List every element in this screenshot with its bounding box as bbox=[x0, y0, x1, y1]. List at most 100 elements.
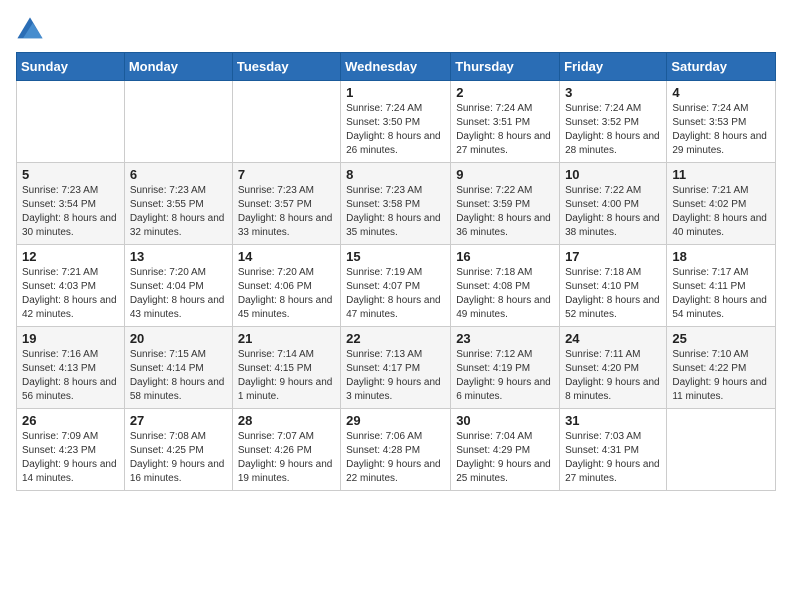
day-cell: 7 Sunrise: 7:23 AM Sunset: 3:57 PM Daylig… bbox=[232, 163, 340, 245]
day-cell: 2 Sunrise: 7:24 AM Sunset: 3:51 PM Daylig… bbox=[451, 81, 560, 163]
day-cell: 10 Sunrise: 7:22 AM Sunset: 4:00 PM Dayli… bbox=[560, 163, 667, 245]
day-info: Sunrise: 7:16 AM Sunset: 4:13 PM Dayligh… bbox=[22, 348, 119, 404]
weekday-header-wednesday: Wednesday bbox=[341, 53, 451, 81]
calendar-table: SundayMondayTuesdayWednesdayThursdayFrid… bbox=[16, 52, 776, 491]
day-info: Sunrise: 7:13 AM Sunset: 4:17 PM Dayligh… bbox=[346, 348, 445, 404]
day-info: Sunrise: 7:14 AM Sunset: 4:15 PM Dayligh… bbox=[238, 348, 335, 404]
day-info: Sunrise: 7:24 AM Sunset: 3:53 PM Dayligh… bbox=[672, 102, 770, 158]
day-info: Sunrise: 7:24 AM Sunset: 3:52 PM Dayligh… bbox=[565, 102, 661, 158]
day-info: Sunrise: 7:08 AM Sunset: 4:25 PM Dayligh… bbox=[130, 430, 227, 486]
day-number: 24 bbox=[565, 331, 661, 346]
day-cell: 28 Sunrise: 7:07 AM Sunset: 4:26 PM Dayli… bbox=[232, 409, 340, 491]
day-cell: 13 Sunrise: 7:20 AM Sunset: 4:04 PM Dayli… bbox=[124, 245, 232, 327]
day-cell: 30 Sunrise: 7:04 AM Sunset: 4:29 PM Dayli… bbox=[451, 409, 560, 491]
day-number: 17 bbox=[565, 249, 661, 264]
day-number: 2 bbox=[456, 85, 554, 100]
weekday-header-friday: Friday bbox=[560, 53, 667, 81]
day-cell: 24 Sunrise: 7:11 AM Sunset: 4:20 PM Dayli… bbox=[560, 327, 667, 409]
day-cell: 11Sunrise: 7:21 AM Sunset: 4:02 PM Dayli… bbox=[667, 163, 776, 245]
day-cell: 19 Sunrise: 7:16 AM Sunset: 4:13 PM Dayli… bbox=[17, 327, 125, 409]
day-cell: 25 Sunrise: 7:10 AM Sunset: 4:22 PM Dayli… bbox=[667, 327, 776, 409]
day-cell: 12Sunrise: 7:21 AM Sunset: 4:03 PM Dayli… bbox=[17, 245, 125, 327]
day-number: 3 bbox=[565, 85, 661, 100]
day-number: 19 bbox=[22, 331, 119, 346]
weekday-header-sunday: Sunday bbox=[17, 53, 125, 81]
logo bbox=[16, 16, 48, 44]
day-number: 8 bbox=[346, 167, 445, 182]
day-info: Sunrise: 7:22 AM Sunset: 4:00 PM Dayligh… bbox=[565, 184, 661, 240]
day-info: Sunrise: 7:09 AM Sunset: 4:23 PM Dayligh… bbox=[22, 430, 119, 486]
day-info: Sunrise: 7:10 AM Sunset: 4:22 PM Dayligh… bbox=[672, 348, 770, 404]
day-cell: 6 Sunrise: 7:23 AM Sunset: 3:55 PM Daylig… bbox=[124, 163, 232, 245]
day-number: 1 bbox=[346, 85, 445, 100]
day-info: Sunrise: 7:24 AM Sunset: 3:50 PM Dayligh… bbox=[346, 102, 445, 158]
day-info: Sunrise: 7:23 AM Sunset: 3:57 PM Dayligh… bbox=[238, 184, 335, 240]
day-cell: 23Sunrise: 7:12 AM Sunset: 4:19 PM Dayli… bbox=[451, 327, 560, 409]
day-cell: 14Sunrise: 7:20 AM Sunset: 4:06 PM Dayli… bbox=[232, 245, 340, 327]
day-cell: 9 Sunrise: 7:22 AM Sunset: 3:59 PM Daylig… bbox=[451, 163, 560, 245]
day-number: 28 bbox=[238, 413, 335, 428]
day-info: Sunrise: 7:23 AM Sunset: 3:58 PM Dayligh… bbox=[346, 184, 445, 240]
day-info: Sunrise: 7:22 AM Sunset: 3:59 PM Dayligh… bbox=[456, 184, 554, 240]
day-number: 10 bbox=[565, 167, 661, 182]
day-number: 6 bbox=[130, 167, 227, 182]
day-number: 25 bbox=[672, 331, 770, 346]
day-cell: 31Sunrise: 7:03 AM Sunset: 4:31 PM Dayli… bbox=[560, 409, 667, 491]
day-number: 22 bbox=[346, 331, 445, 346]
day-cell: 29Sunrise: 7:06 AM Sunset: 4:28 PM Dayli… bbox=[341, 409, 451, 491]
day-info: Sunrise: 7:23 AM Sunset: 3:54 PM Dayligh… bbox=[22, 184, 119, 240]
day-info: Sunrise: 7:20 AM Sunset: 4:06 PM Dayligh… bbox=[238, 266, 335, 322]
week-row-4: 26 Sunrise: 7:09 AM Sunset: 4:23 PM Dayli… bbox=[17, 409, 776, 491]
day-cell: 27 Sunrise: 7:08 AM Sunset: 4:25 PM Dayli… bbox=[124, 409, 232, 491]
day-number: 18 bbox=[672, 249, 770, 264]
day-number: 30 bbox=[456, 413, 554, 428]
day-cell: 18 Sunrise: 7:17 AM Sunset: 4:11 PM Dayli… bbox=[667, 245, 776, 327]
day-number: 26 bbox=[22, 413, 119, 428]
day-number: 4 bbox=[672, 85, 770, 100]
week-row-1: 5 Sunrise: 7:23 AM Sunset: 3:54 PM Daylig… bbox=[17, 163, 776, 245]
day-cell bbox=[667, 409, 776, 491]
day-number: 27 bbox=[130, 413, 227, 428]
page-header bbox=[16, 16, 776, 44]
day-info: Sunrise: 7:24 AM Sunset: 3:51 PM Dayligh… bbox=[456, 102, 554, 158]
day-info: Sunrise: 7:04 AM Sunset: 4:29 PM Dayligh… bbox=[456, 430, 554, 486]
weekday-header-thursday: Thursday bbox=[451, 53, 560, 81]
day-cell: 15 Sunrise: 7:19 AM Sunset: 4:07 PM Dayli… bbox=[341, 245, 451, 327]
day-number: 7 bbox=[238, 167, 335, 182]
week-row-2: 12Sunrise: 7:21 AM Sunset: 4:03 PM Dayli… bbox=[17, 245, 776, 327]
day-cell: 17Sunrise: 7:18 AM Sunset: 4:10 PM Dayli… bbox=[560, 245, 667, 327]
week-row-0: 1 Sunrise: 7:24 AM Sunset: 3:50 PM Daylig… bbox=[17, 81, 776, 163]
day-number: 15 bbox=[346, 249, 445, 264]
day-cell: 5 Sunrise: 7:23 AM Sunset: 3:54 PM Daylig… bbox=[17, 163, 125, 245]
day-info: Sunrise: 7:17 AM Sunset: 4:11 PM Dayligh… bbox=[672, 266, 770, 322]
day-info: Sunrise: 7:23 AM Sunset: 3:55 PM Dayligh… bbox=[130, 184, 227, 240]
day-info: Sunrise: 7:11 AM Sunset: 4:20 PM Dayligh… bbox=[565, 348, 661, 404]
day-info: Sunrise: 7:20 AM Sunset: 4:04 PM Dayligh… bbox=[130, 266, 227, 322]
day-number: 9 bbox=[456, 167, 554, 182]
day-cell: 16Sunrise: 7:18 AM Sunset: 4:08 PM Dayli… bbox=[451, 245, 560, 327]
day-cell: 22 Sunrise: 7:13 AM Sunset: 4:17 PM Dayli… bbox=[341, 327, 451, 409]
day-number: 20 bbox=[130, 331, 227, 346]
day-number: 13 bbox=[130, 249, 227, 264]
day-info: Sunrise: 7:21 AM Sunset: 4:03 PM Dayligh… bbox=[22, 266, 119, 322]
logo-icon bbox=[16, 16, 44, 44]
day-number: 21 bbox=[238, 331, 335, 346]
day-number: 5 bbox=[22, 167, 119, 182]
day-cell: 26 Sunrise: 7:09 AM Sunset: 4:23 PM Dayli… bbox=[17, 409, 125, 491]
day-cell bbox=[17, 81, 125, 163]
day-cell: 21 Sunrise: 7:14 AM Sunset: 4:15 PM Dayli… bbox=[232, 327, 340, 409]
weekday-header-monday: Monday bbox=[124, 53, 232, 81]
weekday-header-saturday: Saturday bbox=[667, 53, 776, 81]
day-cell: 1 Sunrise: 7:24 AM Sunset: 3:50 PM Daylig… bbox=[341, 81, 451, 163]
day-info: Sunrise: 7:15 AM Sunset: 4:14 PM Dayligh… bbox=[130, 348, 227, 404]
day-info: Sunrise: 7:21 AM Sunset: 4:02 PM Dayligh… bbox=[672, 184, 770, 240]
day-cell: 3 Sunrise: 7:24 AM Sunset: 3:52 PM Daylig… bbox=[560, 81, 667, 163]
day-info: Sunrise: 7:06 AM Sunset: 4:28 PM Dayligh… bbox=[346, 430, 445, 486]
weekday-header-tuesday: Tuesday bbox=[232, 53, 340, 81]
day-info: Sunrise: 7:19 AM Sunset: 4:07 PM Dayligh… bbox=[346, 266, 445, 322]
day-cell: 8 Sunrise: 7:23 AM Sunset: 3:58 PM Daylig… bbox=[341, 163, 451, 245]
week-row-3: 19 Sunrise: 7:16 AM Sunset: 4:13 PM Dayli… bbox=[17, 327, 776, 409]
day-info: Sunrise: 7:07 AM Sunset: 4:26 PM Dayligh… bbox=[238, 430, 335, 486]
day-cell bbox=[124, 81, 232, 163]
day-number: 16 bbox=[456, 249, 554, 264]
